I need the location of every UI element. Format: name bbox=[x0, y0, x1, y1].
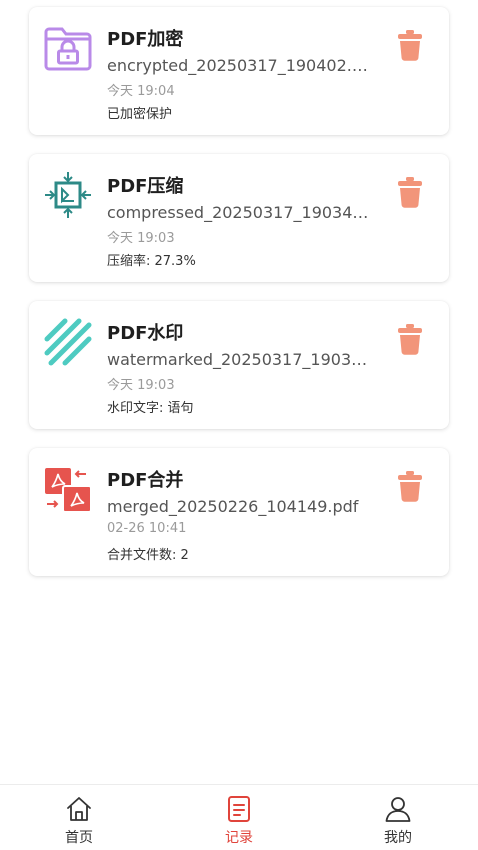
tab-label: 我的 bbox=[384, 830, 412, 846]
record-filename: merged_20250226_104149.pdf bbox=[107, 497, 359, 516]
record-detail: 已加密保护 bbox=[107, 107, 173, 122]
record-detail: 水印文字: 语句 bbox=[107, 401, 194, 416]
record-detail: 合并文件数: 2 bbox=[107, 548, 189, 563]
record-card-encrypt[interactable]: PDF加密 encrypted_20250317_190402.pdf 今天 1… bbox=[29, 7, 449, 135]
watermark-icon bbox=[43, 317, 93, 367]
delete-button[interactable] bbox=[397, 176, 423, 208]
record-card-watermark[interactable]: PDF水印 watermarked_20250317_190334.pdf 今天… bbox=[29, 301, 449, 429]
tab-label: 记录 bbox=[225, 830, 253, 846]
tab-records[interactable]: 记录 bbox=[179, 785, 299, 850]
record-time: 今天 19:03 bbox=[107, 378, 175, 393]
trash-icon bbox=[398, 30, 422, 61]
record-time: 02-26 10:41 bbox=[107, 521, 187, 536]
trash-icon bbox=[398, 324, 422, 355]
trash-icon bbox=[398, 471, 422, 502]
record-filename: compressed_20250317_190341.pdf bbox=[107, 203, 375, 222]
record-time: 今天 19:03 bbox=[107, 231, 175, 246]
record-time: 今天 19:04 bbox=[107, 84, 175, 99]
lock-folder-icon bbox=[43, 23, 93, 73]
record-filename: watermarked_20250317_190334.pdf bbox=[107, 350, 375, 369]
delete-button[interactable] bbox=[397, 470, 423, 502]
tab-label: 首页 bbox=[65, 830, 93, 846]
record-title: PDF水印 bbox=[107, 323, 184, 344]
records-page: PDF加密 encrypted_20250317_190402.pdf 今天 1… bbox=[0, 0, 478, 850]
delete-button[interactable] bbox=[397, 29, 423, 61]
records-icon bbox=[228, 796, 250, 822]
tab-home[interactable]: 首页 bbox=[19, 785, 139, 850]
record-filename: encrypted_20250317_190402.pdf bbox=[107, 56, 375, 75]
record-title: PDF加密 bbox=[107, 29, 184, 50]
merge-icon bbox=[43, 464, 93, 514]
home-icon bbox=[67, 797, 91, 821]
record-detail: 压缩率: 27.3% bbox=[107, 254, 196, 269]
bottom-tab-bar: 首页 记录 我的 bbox=[0, 784, 478, 850]
delete-button[interactable] bbox=[397, 323, 423, 355]
record-card-merge[interactable]: PDF合并 merged_20250226_104149.pdf 02-26 1… bbox=[29, 448, 449, 576]
trash-icon bbox=[398, 177, 422, 208]
record-title: PDF合并 bbox=[107, 470, 184, 491]
tab-profile[interactable]: 我的 bbox=[338, 785, 458, 850]
record-title: PDF压缩 bbox=[107, 176, 184, 197]
compress-icon bbox=[43, 170, 93, 220]
profile-icon bbox=[385, 797, 411, 822]
record-card-compress[interactable]: PDF压缩 compressed_20250317_190341.pdf 今天 … bbox=[29, 154, 449, 282]
